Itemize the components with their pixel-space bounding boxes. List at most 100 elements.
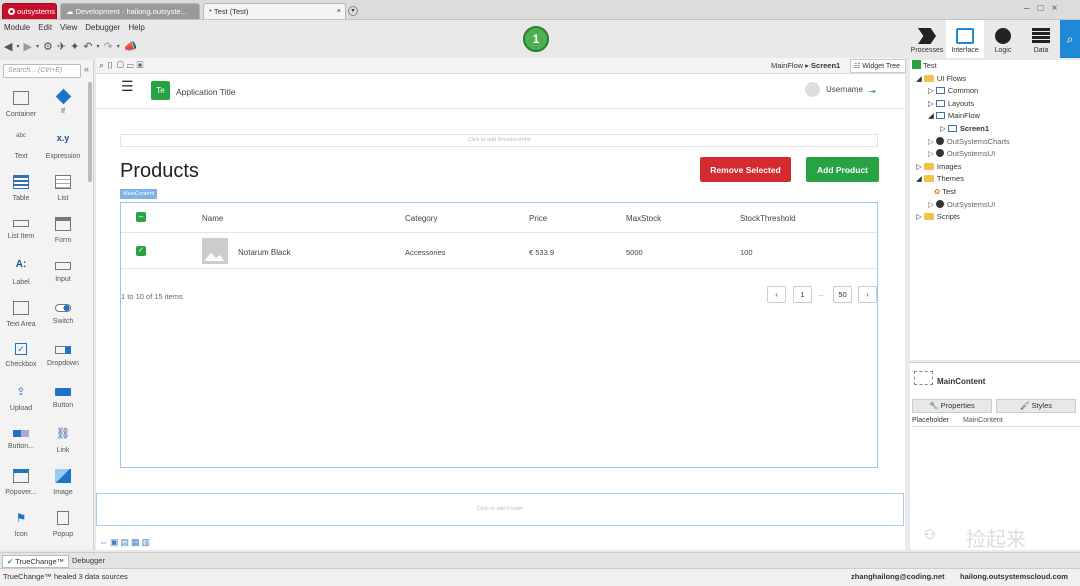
logout-icon[interactable]: ⇥: [869, 87, 876, 96]
canvas-view-icons[interactable]: ⇔▣▤▦▥: [99, 537, 152, 548]
cell-category: Accessories: [405, 248, 446, 257]
tab-logic[interactable]: Logic: [984, 20, 1022, 58]
breadcrumbs-placeholder[interactable]: Click to add Breadcrumbs: [120, 134, 878, 147]
widget-image[interactable]: Image: [42, 462, 84, 504]
undo-icon[interactable]: ↶: [83, 40, 92, 53]
close-icon[interactable]: ×: [337, 6, 341, 15]
tab-interface[interactable]: Interface: [946, 20, 984, 58]
tab-test[interactable]: * Test (Test) ×: [203, 3, 346, 19]
widget-popover[interactable]: Popover...: [0, 462, 42, 504]
widget-popup[interactable]: Popup: [42, 504, 84, 546]
add-product-button[interactable]: Add Product: [806, 157, 879, 182]
menu-help[interactable]: Help: [128, 23, 144, 32]
property-value[interactable]: MainContent: [963, 417, 1003, 424]
tree-ui[interactable]: ▷ OutSystemsUI: [910, 148, 1080, 161]
tree-themes[interactable]: ◢ Themes: [910, 173, 1080, 186]
widget-tree-button[interactable]: ☷ Widget Tree: [850, 59, 906, 73]
widget-icon[interactable]: ⚑ Icon: [0, 504, 42, 546]
tab-data[interactable]: Data: [1022, 20, 1060, 58]
search-icon[interactable]: ⌕: [1060, 20, 1080, 58]
breadcrumb-flow[interactable]: MainFlow: [771, 61, 803, 70]
widget-input[interactable]: Input: [42, 252, 84, 294]
widget-upload[interactable]: ⇪ Upload: [0, 378, 42, 420]
username[interactable]: Username: [826, 85, 863, 94]
collapse-icon[interactable]: «: [84, 64, 89, 74]
widget-link[interactable]: ⛓ Link: [42, 420, 84, 462]
gear-icon[interactable]: ⚙: [43, 40, 53, 53]
search-input[interactable]: Search... (Ctrl+E): [3, 64, 81, 78]
page-button[interactable]: 50: [833, 286, 852, 303]
prev-page-button[interactable]: ‹: [767, 286, 786, 303]
widget-list[interactable]: List: [42, 168, 84, 210]
select-all-checkbox[interactable]: –: [136, 212, 146, 222]
column-header[interactable]: Category: [405, 214, 437, 223]
widget-button[interactable]: Button: [42, 378, 84, 420]
tab-truechange[interactable]: ✔ TrueChange™: [2, 555, 70, 568]
tree-ui-flows[interactable]: ◢ UI Flows: [910, 73, 1080, 86]
breadcrumb-screen[interactable]: Screen1: [811, 61, 840, 70]
scrollbar[interactable]: [88, 82, 92, 182]
tab-debugger[interactable]: Debugger: [68, 555, 109, 568]
tab-outsystems[interactable]: outsystems: [2, 3, 57, 19]
widget-label[interactable]: A: Label: [0, 252, 42, 294]
widget-text[interactable]: abc Text: [0, 126, 42, 168]
publish-button[interactable]: 1: [523, 26, 549, 52]
tree-label: Scripts: [936, 212, 960, 222]
widget-text-area[interactable]: Text Area: [0, 294, 42, 336]
window-controls[interactable]: ‒□×: [1024, 3, 1065, 14]
tree-images[interactable]: ▷ Images: [910, 161, 1080, 174]
property-row[interactable]: Placeholder MainContent: [912, 415, 1080, 427]
tree-mainflow[interactable]: ◢ MainFlow: [910, 110, 1080, 123]
label-icon: A:: [15, 259, 27, 270]
forward-icon[interactable]: ▶: [23, 40, 31, 53]
tab-properties[interactable]: 🔧 Properties: [912, 399, 992, 413]
tree-root[interactable]: Test: [910, 60, 1080, 73]
widget-list-item[interactable]: List Item: [0, 210, 42, 252]
tree-scripts[interactable]: ▷ Scripts: [910, 211, 1080, 224]
menu-module[interactable]: Module: [4, 23, 30, 32]
tree-layouts[interactable]: ▷ Layouts: [910, 98, 1080, 111]
tree-theme-ui[interactable]: ▷ OutSystemsUI: [910, 199, 1080, 212]
avatar[interactable]: [805, 82, 820, 97]
page-button[interactable]: 1: [793, 286, 812, 303]
column-header[interactable]: MaxStock: [626, 214, 661, 223]
widget-checkbox[interactable]: ✓ Checkbox: [0, 336, 42, 378]
menu-edit[interactable]: Edit: [38, 23, 52, 32]
remove-selected-button[interactable]: Remove Selected: [700, 157, 791, 182]
redo-icon[interactable]: ↷: [104, 40, 113, 53]
tree-screen1[interactable]: ▷ Screen1: [910, 123, 1080, 136]
module-icon: [935, 199, 944, 208]
tab-dropdown-icon[interactable]: ▾: [348, 6, 358, 16]
widget-form[interactable]: Form: [42, 210, 84, 252]
tree-charts[interactable]: ▷ OutSystemsCharts: [910, 136, 1080, 149]
widget-table[interactable]: Table: [0, 168, 42, 210]
tree-theme-test[interactable]: ✿ Test: [910, 186, 1080, 199]
tab-processes[interactable]: Processes: [908, 20, 946, 58]
row-checkbox[interactable]: ✓: [136, 246, 146, 256]
hamburger-icon[interactable]: ☰: [121, 79, 134, 93]
text-icon: abc: [16, 133, 26, 139]
widget-container[interactable]: Container: [0, 84, 42, 126]
footer-placeholder[interactable]: Click to add Footer: [96, 493, 904, 526]
tab-development[interactable]: ☁ Development - hailong.outsyste...: [60, 3, 200, 19]
menu-debugger[interactable]: Debugger: [85, 23, 120, 32]
breakpoint-icon[interactable]: ✦: [70, 40, 79, 53]
megaphone-icon[interactable]: 📣: [124, 40, 138, 53]
widget-button-group[interactable]: Button...: [0, 420, 42, 462]
debug-icon[interactable]: ✈: [57, 40, 66, 53]
tree-common[interactable]: ▷ Common: [910, 85, 1080, 98]
next-page-button[interactable]: ›: [858, 286, 877, 303]
widget-dropdown[interactable]: Dropdown: [42, 336, 84, 378]
widget-switch[interactable]: Switch: [42, 294, 84, 336]
widget-label: Container: [5, 111, 37, 118]
widget-if[interactable]: If: [42, 84, 84, 126]
menu-view[interactable]: View: [60, 23, 77, 32]
column-header[interactable]: Price: [529, 214, 547, 223]
tab-styles[interactable]: 🖌 Styles: [996, 399, 1076, 413]
column-header[interactable]: StockThreshold: [740, 214, 796, 223]
device-preview-icons[interactable]: ⌕▯▢▭▣: [99, 60, 146, 71]
column-header[interactable]: Name: [202, 214, 223, 223]
widget-expression[interactable]: x.y Expression: [42, 126, 84, 168]
back-icon[interactable]: ◀: [4, 40, 12, 53]
table-row[interactable]: ✓ Notarum Black Accessories € 533.9 5000…: [121, 234, 877, 269]
